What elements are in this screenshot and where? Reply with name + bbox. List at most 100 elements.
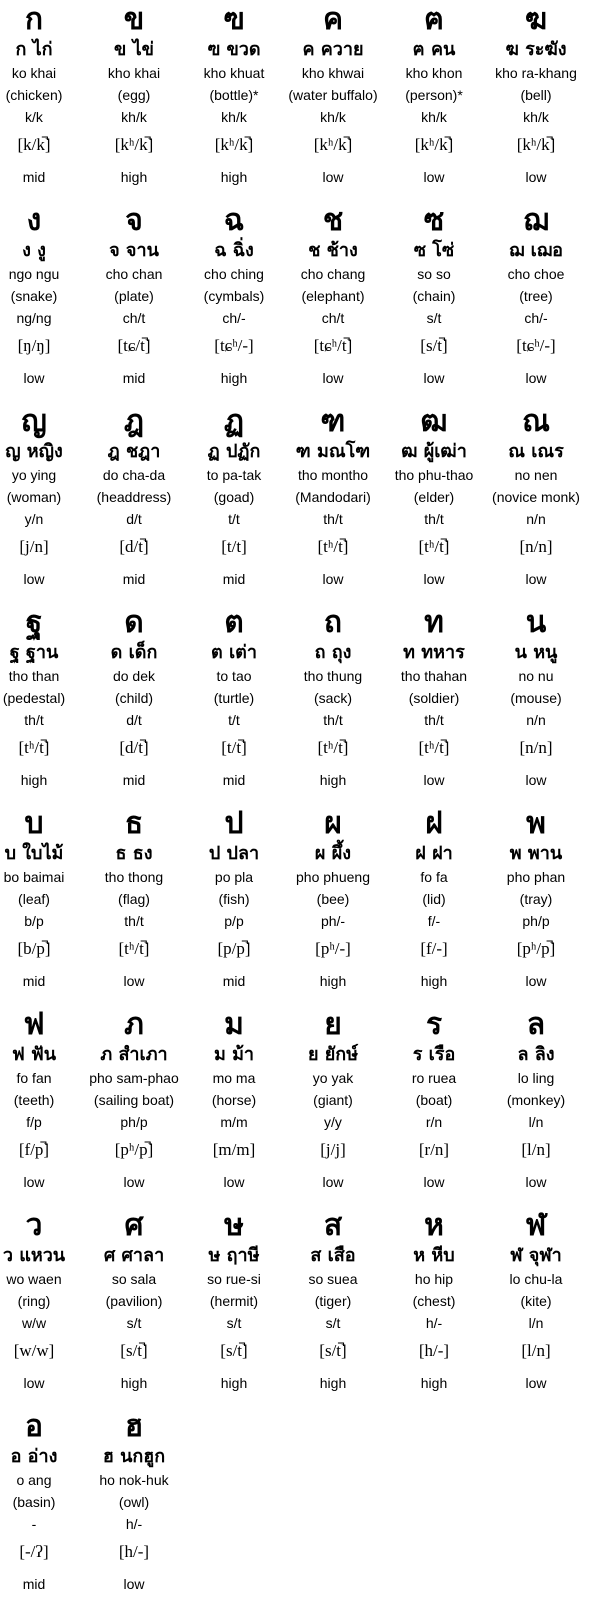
thai-example-word: ฝ ฝา (415, 843, 453, 864)
english-meaning: (bee) (316, 891, 350, 907)
transliteration: s/t (226, 1315, 242, 1331)
english-meaning: (bell) (520, 87, 552, 103)
romanization: tho than (8, 668, 60, 684)
english-meaning: (fish) (218, 891, 250, 907)
consonant-row: ญ ญ หญิง yo ying (woman) y/n [j/n] low ฎ… (0, 402, 598, 603)
consonant-class: high (220, 1375, 248, 1391)
ipa-pronunciation: [h/-] (418, 1341, 450, 1360)
english-meaning: (headdress) (96, 489, 172, 505)
english-meaning: (chicken) (5, 87, 63, 103)
thai-example-word: ธ ธง (115, 843, 153, 864)
thai-example-word: ษ ฤาษี (208, 1245, 260, 1266)
romanization: kho ra-khang (495, 65, 577, 81)
consonant-entry: ซ ซ โซ่ so so (chain) s/t [s/t̚] low (382, 201, 486, 391)
consonant-entry: ฐ ฐ ฐาน tho than (pedestal) th/t [tʰ/t̚]… (0, 603, 86, 793)
english-meaning: (child) (114, 690, 154, 706)
romanization: fo fa (420, 869, 448, 885)
thai-example-word: น หนู (514, 642, 558, 663)
thai-letter: ส (323, 1208, 343, 1243)
romanization: so rue-si (207, 1271, 261, 1287)
romanization: yo yak (312, 1070, 354, 1086)
consonant-entry: จ จ จาน cho chan (plate) ch/t [tɕ/t̚] mi… (82, 201, 186, 391)
thai-letter: น (525, 605, 547, 640)
consonant-class: low (123, 1576, 145, 1592)
ipa-pronunciation: [tʰ/t̚] (317, 738, 349, 757)
transliteration: k/k (25, 109, 43, 125)
transliteration: w/w (21, 1315, 47, 1331)
romanization: ro ruea (411, 1070, 457, 1086)
thai-example-word: จ จาน (109, 240, 159, 261)
thai-example-word: ฎ ชฎา (107, 441, 161, 462)
thai-letter: ญ (21, 404, 47, 439)
consonant-entry: ข ข ไข่ kho khai (egg) kh/k [kʰ/k̚] high (82, 0, 186, 190)
thai-example-word: ญ หญิง (5, 441, 63, 462)
consonant-class: mid (22, 169, 46, 185)
consonant-entry: ฑ ฑ มณโฑ tho montho (Mandodari) th/t [tʰ… (281, 402, 385, 592)
ipa-pronunciation: [h/-] (118, 1542, 150, 1561)
consonant-class: mid (22, 1576, 46, 1592)
thai-example-word: ฏ ปฏัก (207, 441, 261, 462)
consonant-class: low (525, 973, 547, 989)
romanization: yo ying (11, 467, 57, 483)
transliteration: n/n (526, 712, 546, 728)
consonant-entry: ร ร เรือ ro ruea (boat) r/n [r/n] low (382, 1005, 486, 1195)
thai-example-word: ฒ ผู้เฒ่า (401, 441, 467, 462)
english-meaning: (Mandodari) (295, 489, 371, 505)
romanization: to pa-tak (206, 467, 262, 483)
transliteration: h/- (125, 1516, 143, 1532)
ipa-pronunciation: [n/n] (519, 537, 553, 556)
ipa-pronunciation: [kʰ/k̚] (313, 135, 353, 154)
thai-example-word: ฅ คน (412, 39, 456, 60)
thai-letter: ล (526, 1007, 546, 1042)
transliteration: ch/- (222, 310, 246, 326)
thai-example-word: ง งู (22, 240, 46, 261)
transliteration: th/t (424, 712, 444, 728)
romanization: mo ma (212, 1070, 256, 1086)
consonant-entry: ษ ษ ฤาษี so rue-si (hermit) s/t [s/t̚] h… (182, 1206, 286, 1396)
english-meaning: (mouse) (510, 690, 562, 706)
ipa-pronunciation: [j/n] (19, 537, 49, 556)
consonant-entry: ม ม ม้า mo ma (horse) m/m [m/m] low (182, 1005, 286, 1195)
ipa-pronunciation: [t/t] (221, 537, 247, 556)
english-meaning: (pavilion) (105, 1293, 163, 1309)
thai-example-word: ฐ ฐาน (9, 642, 59, 663)
thai-example-word: ด เด็ก (110, 642, 158, 663)
thai-example-word: ถ ถุง (314, 642, 352, 663)
thai-letter: ต (224, 605, 244, 640)
ipa-pronunciation: [tʰ/t̚] (18, 738, 50, 757)
consonant-row: บ บ ใบไม้ bo baimai (leaf) b/p [b/p̚] mi… (0, 804, 598, 1005)
consonant-class: mid (222, 973, 246, 989)
consonant-class: low (423, 169, 445, 185)
transliteration: t/t (228, 511, 240, 527)
transliteration: ph/p (120, 1114, 148, 1130)
thai-example-word: ฌ เฌอ (509, 240, 563, 261)
thai-letter: ก (24, 2, 44, 37)
english-meaning: (tray) (519, 891, 553, 907)
consonant-entry: ฝ ฝ ฝา fo fa (lid) f/- [f/-] high (382, 804, 486, 994)
english-meaning: (water buffalo) (288, 87, 378, 103)
romanization: ho hip (414, 1271, 454, 1287)
english-meaning: (soldier) (408, 690, 460, 706)
transliteration: ph/p (522, 913, 550, 929)
consonant-entry: ย ย ยักษ์ yo yak (giant) y/y [j/j] low (281, 1005, 385, 1195)
romanization: ho nok-huk (99, 1472, 169, 1488)
consonant-entry: ช ช ช้าง cho chang (elephant) ch/t [tɕʰ/… (281, 201, 385, 391)
thai-letter: พ (526, 806, 546, 841)
ipa-pronunciation: [f/-] (420, 939, 448, 958)
english-meaning: (elephant) (301, 288, 365, 304)
transliteration: kh/k (221, 109, 247, 125)
transliteration: h/- (425, 1315, 443, 1331)
romanization: so sala (111, 1271, 157, 1287)
english-meaning: (tree) (519, 288, 553, 304)
english-meaning: (plate) (114, 288, 154, 304)
consonant-class: low (123, 1174, 145, 1190)
romanization: fo fan (16, 1070, 52, 1086)
consonant-class: high (20, 772, 48, 788)
consonant-class: low (525, 370, 547, 386)
thai-letter: ม (224, 1007, 244, 1042)
thai-letter: ศ (124, 1208, 144, 1243)
english-meaning: (novice monk) (492, 489, 580, 505)
thai-letter: ผ (324, 806, 342, 841)
consonant-row: ว ว แหวน wo waen (ring) w/w [w/w] low ศ … (0, 1206, 598, 1407)
thai-example-word: ภ สำเภา (100, 1044, 168, 1065)
